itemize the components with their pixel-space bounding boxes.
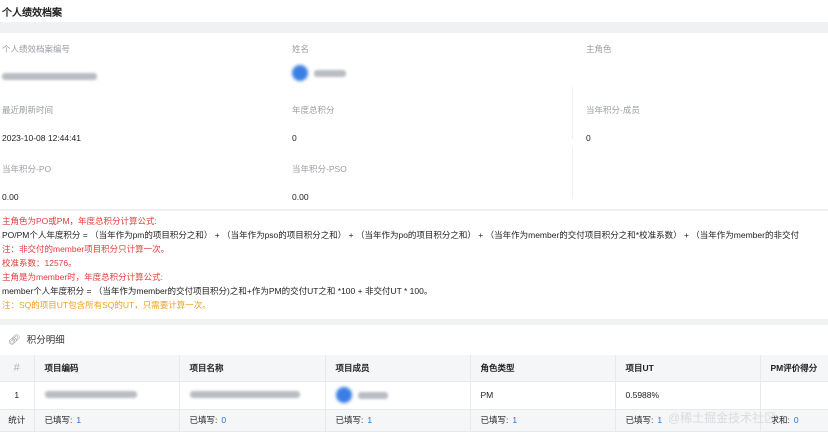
column-header-project-name[interactable]: 项目名称 [179, 355, 326, 382]
annual-total-value: 0 [292, 133, 297, 143]
filled-label: 已填写: [335, 415, 364, 425]
filled-count: 1 [512, 415, 518, 425]
formula-line: member个人年度积分 = （当年作为member的交付项目积分)之和+作为P… [2, 286, 433, 296]
formula-notes: 主角色为PO或PM，年度总积分计算公式: PO/PM个人年度积分 = （当年作为… [0, 211, 828, 319]
year-points-member-value: 0 [586, 133, 591, 143]
redacted-project-name [189, 391, 300, 398]
stats-role-type: 已填写: 1 [470, 409, 616, 432]
detail-header: 🔗︎ 积分明细 [8, 332, 65, 346]
filled-label: 已填写: [189, 415, 218, 425]
annual-total-label: 年度总积分 [292, 105, 335, 115]
annual-total-field: 年度总积分 0 [292, 104, 335, 143]
year-points-pso-value: 0.00 [292, 192, 309, 202]
cell-project-member [325, 381, 471, 410]
formula-line: 主角是为member时，年度总积分计算公式: [2, 272, 164, 282]
year-points-pso-label: 当年积分-PSO [292, 164, 347, 174]
cell-role-type: PM [470, 381, 616, 410]
page-title: 个人绩效档案 [2, 8, 62, 19]
archive-info-card: 个人绩效档案编号 姓名 主角色 最近刷新时间 2023-10-08 12:44:… [0, 33, 828, 209]
formula-line: 注：非交付的member项目积分只计算一次。 [2, 244, 170, 254]
page-header: 个人绩效档案 [0, 0, 828, 22]
stats-project-name: 已填写: 0 [179, 409, 326, 432]
watermark: @稀土掘金技术社区 [668, 411, 777, 425]
redacted-name [314, 69, 346, 77]
column-header-project-ut[interactable]: 项目UT [615, 355, 761, 382]
year-points-pso-field: 当年积分-PSO 0.00 [292, 163, 347, 202]
formula-line: PO/PM个人年度积分 = （当年作为pm的项目积分之和） + （当年作为pso… [2, 230, 799, 240]
avatar [292, 65, 308, 81]
cell-project-ut: 0.5988% [615, 381, 761, 410]
main-role-field: 主角色 [586, 43, 612, 55]
archive-no-value [2, 72, 97, 82]
filled-count: 1 [367, 415, 373, 425]
year-points-member-label: 当年积分-成员 [586, 105, 640, 115]
cell-project-name [179, 381, 326, 410]
column-header-project-code[interactable]: 项目编码 [34, 355, 180, 382]
row-index: 1 [0, 381, 35, 410]
name-label: 姓名 [292, 44, 310, 54]
formula-line: 主角色为PO或PM，年度总积分计算公式: [2, 216, 157, 226]
column-header-project-member[interactable]: 项目成员 [325, 355, 471, 382]
year-points-po-field: 当年积分-PO 0.00 [2, 163, 51, 202]
filled-label: 已填写: [44, 415, 73, 425]
archive-no-field: 个人绩效档案编号 [2, 43, 97, 82]
link-icon: 🔗︎ [8, 335, 21, 346]
filled-label: 已填写: [480, 415, 509, 425]
year-points-po-value: 0.00 [2, 192, 19, 202]
stats-project-code: 已填写: 1 [34, 409, 180, 432]
name-value [292, 65, 346, 81]
stats-label: 统计 [0, 409, 35, 432]
table-row[interactable]: 1 PM 0.5988% [0, 381, 828, 410]
column-header-index: # [0, 355, 35, 382]
avatar [335, 387, 352, 403]
stats-project-member: 已填写: 1 [325, 409, 471, 432]
last-refresh-field: 最近刷新时间 2023-10-08 12:44:41 [2, 104, 81, 143]
detail-title: 积分明细 [26, 335, 65, 346]
year-points-member-field: 当年积分-成员 0 [586, 104, 640, 143]
archive-no-label: 个人绩效档案编号 [2, 44, 71, 54]
column-header-pm-eval[interactable]: PM评价得分 [760, 355, 828, 382]
cell-pm-eval [760, 381, 828, 410]
filled-count: 1 [657, 415, 663, 425]
column-divider [572, 87, 573, 139]
last-refresh-label: 最近刷新时间 [2, 105, 54, 115]
redacted-project-code [44, 391, 137, 398]
year-points-po-label: 当年积分-PO [2, 164, 52, 174]
name-field: 姓名 [292, 43, 346, 81]
sum-value: 0 [793, 415, 799, 425]
formula-line: 注：SQ的项目UT包含所有SQ的UT，只需要计算一次。 [2, 300, 211, 310]
last-refresh-value: 2023-10-08 12:44:41 [2, 133, 81, 143]
redacted-archive-no [2, 73, 97, 80]
column-divider [572, 147, 573, 199]
table-header-row: # 项目编码 项目名称 项目成员 角色类型 项目UT PM评价得分 [0, 355, 828, 382]
column-header-role-type[interactable]: 角色类型 [470, 355, 616, 382]
filled-label: 已填写: [625, 415, 654, 425]
redacted-member-name [357, 391, 388, 399]
cell-project-code [34, 381, 180, 410]
main-role-label: 主角色 [586, 44, 612, 54]
filled-count: 1 [76, 415, 82, 425]
formula-line: 校准系数：12576。 [2, 258, 77, 268]
filled-count: 0 [221, 415, 227, 425]
